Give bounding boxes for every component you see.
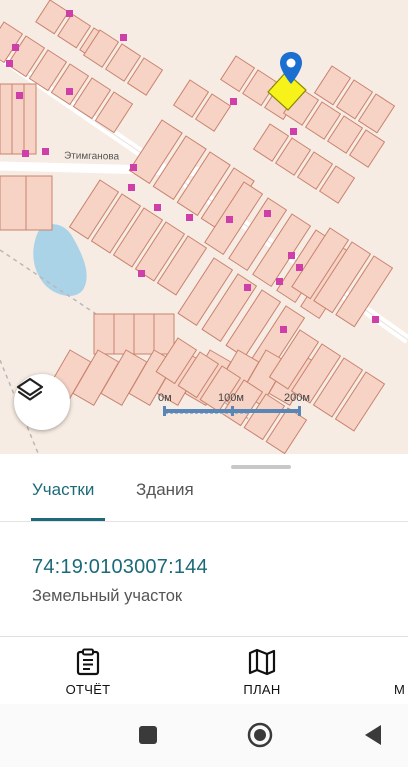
- parcel[interactable]: [93, 313, 115, 355]
- report-label: ОТЧЁТ: [65, 682, 111, 697]
- building: [42, 148, 49, 155]
- scale-tick: [231, 406, 234, 416]
- cadastral-map[interactable]: Этимганова 0м 100м 200м: [0, 0, 408, 458]
- parcel[interactable]: [133, 313, 155, 355]
- building: [130, 164, 137, 171]
- building: [138, 270, 145, 277]
- building: [288, 252, 295, 259]
- building: [154, 204, 161, 211]
- action-bar: ОТЧЁТ ПЛАН М: [0, 640, 408, 700]
- building: [264, 210, 271, 217]
- scale-tick: [163, 406, 166, 416]
- home-button[interactable]: [247, 722, 273, 748]
- building: [120, 34, 127, 41]
- tab-buildings[interactable]: Здания: [136, 480, 194, 500]
- object-type-label: Земельный участок: [32, 587, 183, 605]
- tab-bar: Участки Здания: [0, 474, 408, 522]
- building: [6, 60, 13, 67]
- map-icon: [248, 648, 276, 676]
- building: [290, 128, 297, 135]
- building: [22, 150, 29, 157]
- recents-square-icon: [139, 726, 157, 744]
- parcel[interactable]: [25, 175, 53, 231]
- map-scale: 0м 100м 200м: [158, 392, 310, 422]
- building: [16, 92, 23, 99]
- parcel[interactable]: [0, 83, 13, 155]
- back-triangle-icon: [365, 725, 381, 745]
- sheet-drag-handle[interactable]: [231, 465, 291, 469]
- building: [66, 88, 73, 95]
- building: [296, 264, 303, 271]
- cadastral-number-link[interactable]: 74:19:0103007:144: [32, 556, 208, 579]
- more-button[interactable]: М: [394, 648, 408, 697]
- parcel[interactable]: [113, 313, 135, 355]
- layers-button[interactable]: [14, 374, 70, 430]
- active-tab-indicator: [31, 518, 105, 521]
- app-root: Этимганова 0м 100м 200м Участки Здания 7…: [0, 0, 408, 767]
- parcel[interactable]: [23, 83, 37, 155]
- scale-label-200: 200м: [284, 392, 310, 404]
- scale-label-0: 0м: [158, 392, 172, 404]
- building: [12, 44, 19, 51]
- scale-label-100: 100м: [218, 392, 244, 404]
- home-circle-icon: [247, 722, 273, 748]
- recents-button[interactable]: [135, 722, 161, 748]
- building: [226, 216, 233, 223]
- report-button[interactable]: ОТЧЁТ: [60, 648, 116, 697]
- back-button[interactable]: [360, 722, 386, 748]
- water-pond: [33, 224, 87, 296]
- street-label: Этимганова: [63, 150, 120, 163]
- plan-label: ПЛАН: [243, 682, 281, 697]
- clipboard-icon: [76, 648, 100, 676]
- scale-tick: [298, 406, 301, 416]
- building: [128, 184, 135, 191]
- building: [244, 284, 251, 291]
- parcel[interactable]: [0, 175, 27, 231]
- building: [372, 316, 379, 323]
- plan-button[interactable]: ПЛАН: [234, 648, 290, 697]
- tab-parcels[interactable]: Участки: [32, 480, 94, 500]
- more-label: М: [394, 682, 406, 697]
- building: [280, 326, 287, 333]
- building: [230, 98, 237, 105]
- building: [66, 10, 73, 17]
- divider: [0, 636, 408, 637]
- layers-icon: [16, 377, 44, 401]
- building: [276, 278, 283, 285]
- system-navigation-bar: [0, 704, 408, 767]
- building: [186, 214, 193, 221]
